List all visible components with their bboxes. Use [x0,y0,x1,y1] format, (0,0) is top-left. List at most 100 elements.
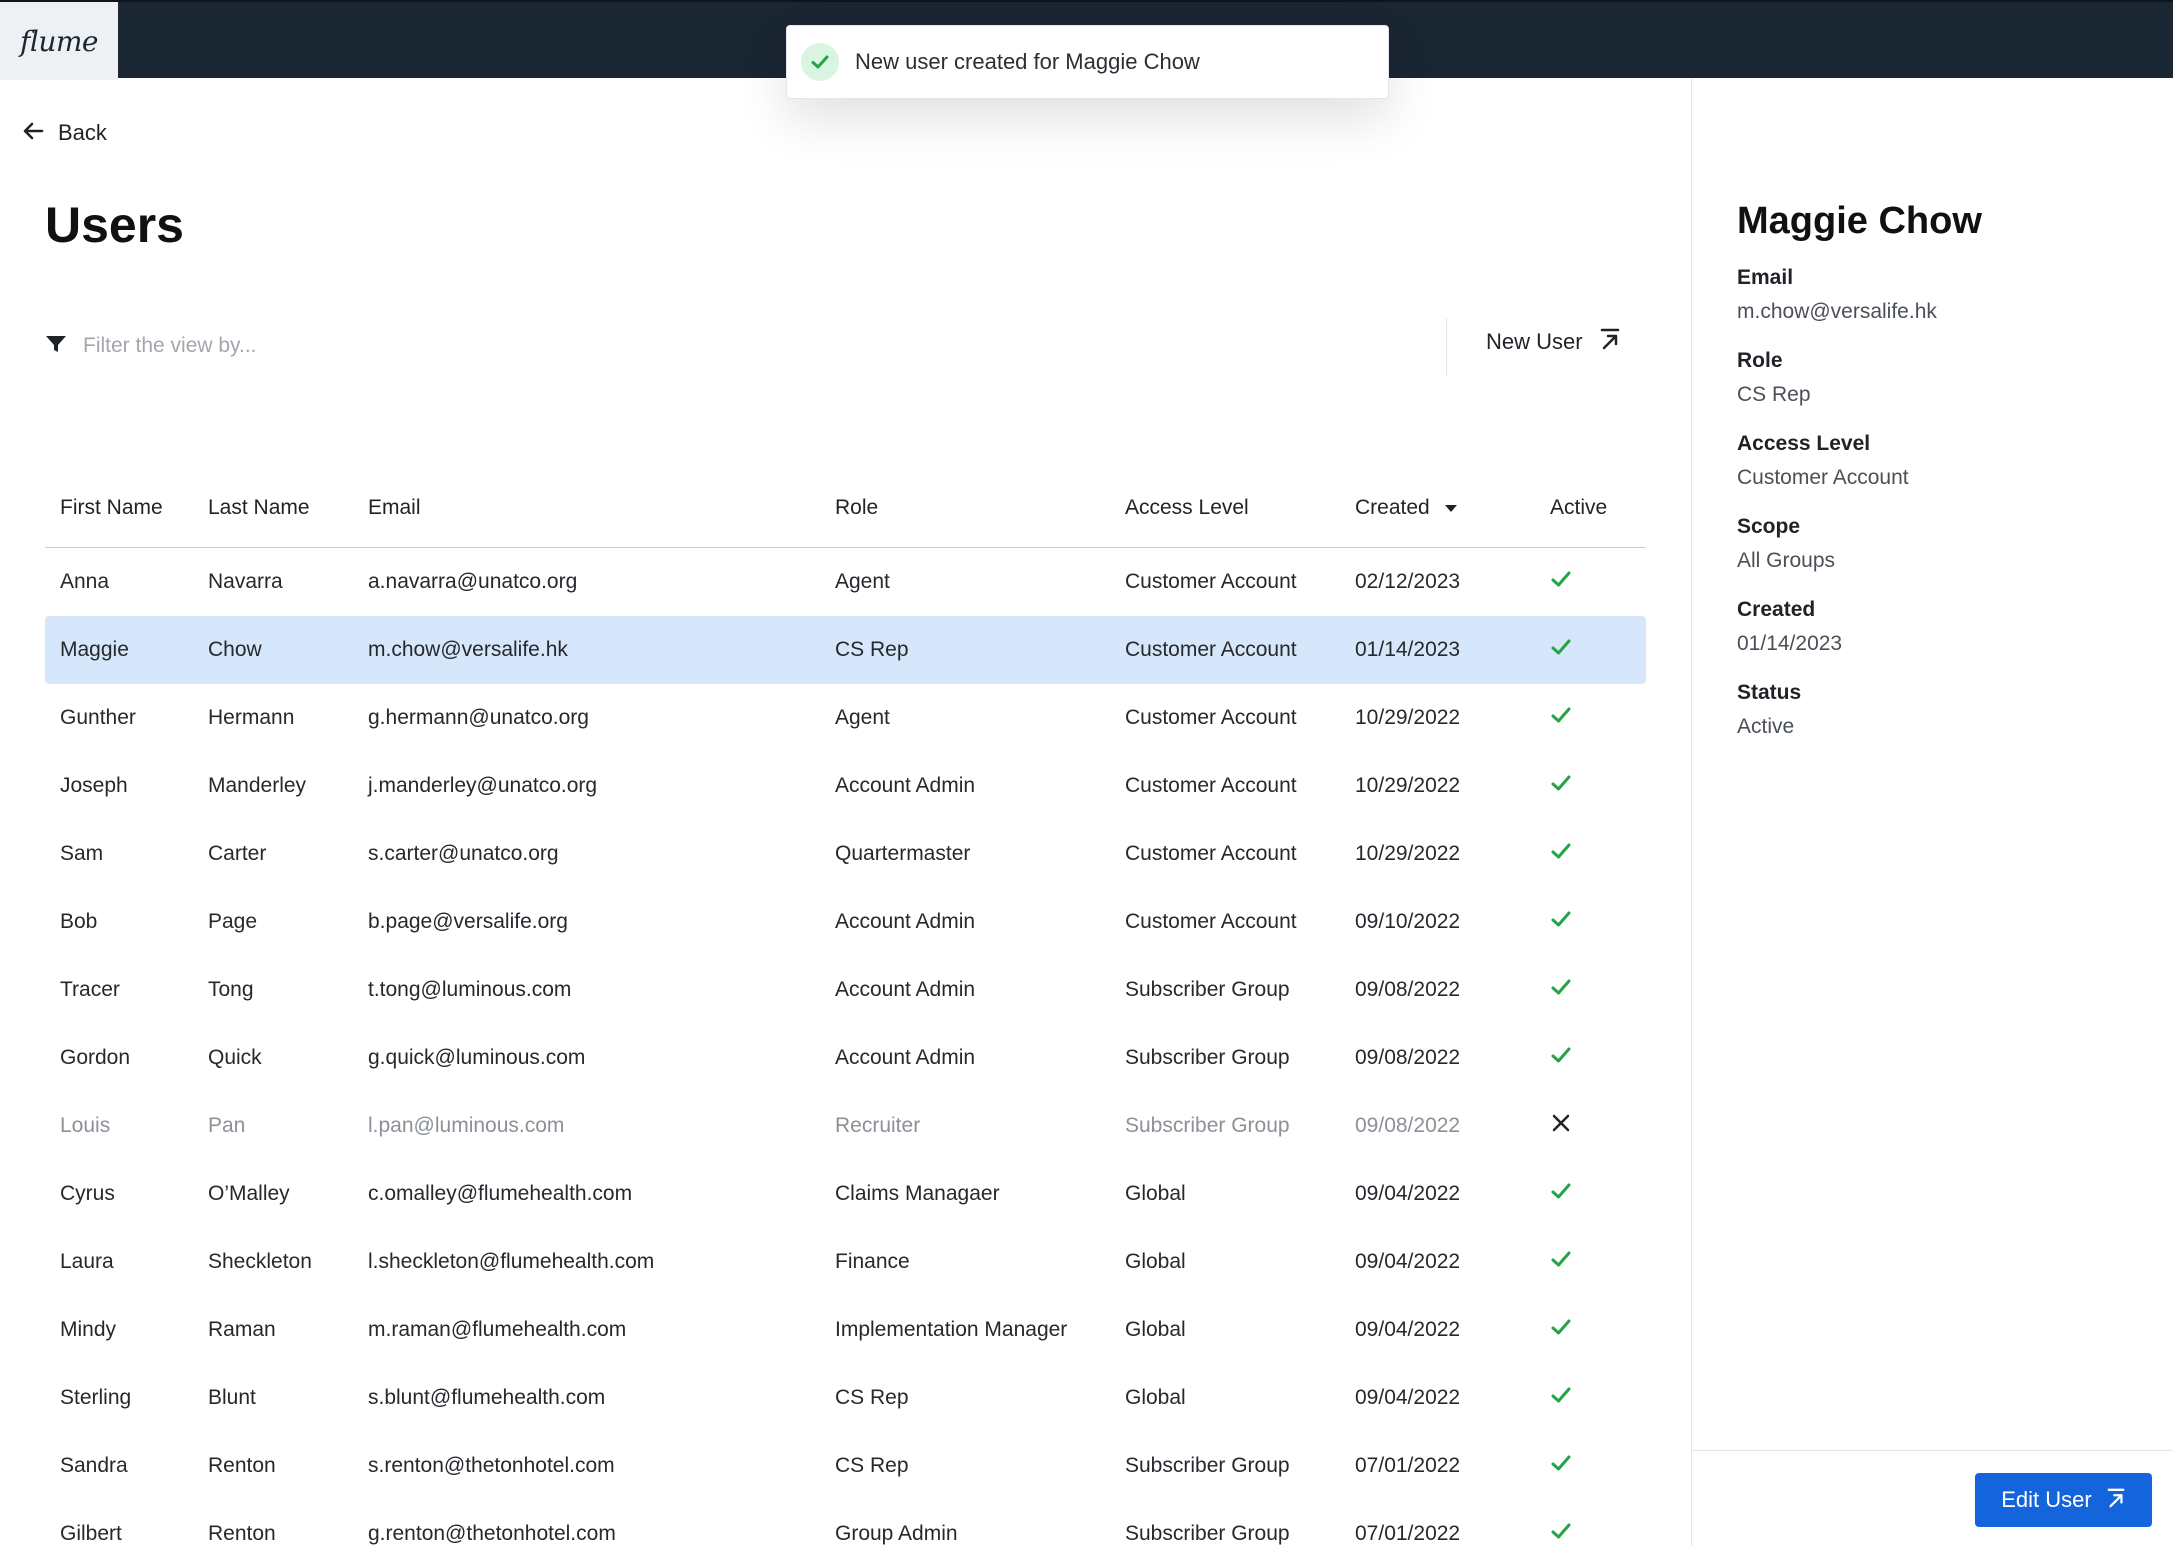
table-row[interactable]: Cyrus O’Malley c.omalley@flumehealth.com Cl… [45,1160,1646,1228]
detail-field-status: Status Active [1737,681,1801,739]
cell-first-name: Cyrus [60,1182,115,1205]
cell-first-name: Gunther [60,706,136,729]
header-email[interactable]: Email [368,496,421,520]
cell-last-name: Pan [208,1114,246,1137]
table-row[interactable]: Gilbert Renton g.renton@thetonhotel.com Gro… [45,1500,1646,1546]
toast-message: New user created for Maggie Chow [855,49,1200,74]
cell-email: m.raman@flumehealth.com [368,1318,627,1341]
check-icon [1550,1316,1572,1344]
app-logo[interactable]: flume [0,2,118,80]
table-row[interactable]: Mindy Raman m.raman@flumehealth.com Impleme… [45,1296,1646,1364]
cell-last-name: Raman [208,1318,276,1341]
detail-field-scope: Scope All Groups [1737,515,1835,573]
check-icon [1550,772,1572,800]
table-row[interactable]: Laura Sheckleton l.sheckleton@flumehealth.… [45,1228,1646,1296]
cell-email: g.quick@luminous.com [368,1046,586,1069]
filter-input[interactable] [83,334,1083,358]
check-icon [1550,636,1572,664]
cell-role: Account Admin [835,910,976,933]
cell-created: 07/01/2022 [1355,1522,1461,1545]
cell-created: 10/29/2022 [1355,774,1461,797]
cell-last-name: Page [208,910,258,933]
cell-created: 09/08/2022 [1355,1114,1461,1137]
table-row[interactable]: Sam Carter s.carter@unatco.org Quartermaste… [45,820,1646,888]
cell-first-name: Louis [60,1114,111,1137]
header-active[interactable]: Active [1550,496,1607,520]
header-last-name[interactable]: Last Name [208,496,310,520]
check-icon [1550,1044,1572,1072]
cell-email: l.sheckleton@flumehealth.com [368,1250,655,1273]
check-icon [1550,1452,1572,1480]
cell-first-name: Sterling [60,1386,132,1409]
new-user-button[interactable]: New User [1486,328,1621,355]
back-label: Back [58,120,107,145]
caret-down-icon [1444,503,1458,513]
header-role[interactable]: Role [835,496,878,520]
cell-role: Agent [835,706,890,729]
cell-last-name: Chow [208,638,262,661]
detail-field-value: Customer Account [1737,466,1909,489]
check-icon [1550,1180,1572,1208]
cell-created: 09/04/2022 [1355,1182,1461,1205]
table-row[interactable]: Anna Navarra a.navarra@unatco.org Agent Cust… [45,548,1646,616]
cell-first-name: Anna [60,570,110,593]
cell-access-level: Customer Account [1125,774,1297,797]
cell-role: CS Rep [835,638,909,661]
header-created[interactable]: Created [1355,496,1458,520]
cell-access-level: Global [1125,1182,1186,1205]
cell-created: 09/10/2022 [1355,910,1461,933]
cell-role: Group Admin [835,1522,958,1545]
cell-email: t.tong@luminous.com [368,978,572,1001]
check-icon [1550,908,1572,936]
cell-created: 10/29/2022 [1355,706,1461,729]
cell-last-name: Manderley [208,774,307,797]
cell-access-level: Subscriber Group [1125,978,1290,1001]
cell-last-name: Blunt [208,1386,256,1409]
cell-access-level: Customer Account [1125,910,1297,933]
detail-field-value: All Groups [1737,549,1836,572]
table-row[interactable]: Maggie Chow m.chow@versalife.hk CS Rep Custo… [45,616,1646,684]
cell-access-level: Subscriber Group [1125,1522,1290,1545]
cell-access-level: Global [1125,1318,1186,1341]
panel-footer: Edit User [1692,1450,2173,1546]
detail-field-role: Role CS Rep [1737,349,1811,407]
table-row[interactable]: Joseph Manderley j.manderley@unatco.org Acc… [45,752,1646,820]
cell-access-level: Global [1125,1250,1186,1273]
cell-last-name: Renton [208,1522,276,1545]
table-row[interactable]: Bob Page b.page@versalife.org Account Admin… [45,888,1646,956]
table-row[interactable]: Tracer Tong t.tong@luminous.com Account Adm… [45,956,1646,1024]
cell-last-name: Hermann [208,706,295,729]
header-first-name[interactable]: First Name [60,496,163,520]
cell-first-name: Maggie [60,638,129,661]
check-icon [1550,704,1572,732]
detail-field-value: Active [1737,715,1795,738]
table-row[interactable]: Sandra Renton s.renton@thetonhotel.com CS R… [45,1432,1646,1500]
cell-created: 10/29/2022 [1355,842,1461,865]
table-row[interactable]: Sterling Blunt s.blunt@flumehealth.com CS R… [45,1364,1646,1432]
cell-first-name: Sam [60,842,104,865]
cell-role: CS Rep [835,1454,909,1477]
cell-role: Quartermaster [835,842,971,865]
edit-user-button[interactable]: Edit User [1975,1473,2152,1527]
back-link[interactable]: Back [22,120,107,146]
arrow-up-right-bar-icon [1599,328,1621,355]
table-row[interactable]: Louis Pan l.pan@luminous.com Recruiter Subsc… [45,1092,1646,1160]
cell-first-name: Gordon [60,1046,131,1069]
cell-last-name: Tong [208,978,254,1001]
page-title: Users [45,197,184,253]
cell-role: Account Admin [835,1046,976,1069]
cell-created: 02/12/2023 [1355,570,1461,593]
cell-role: Agent [835,570,890,593]
cell-last-name: Navarra [208,570,283,593]
header-access-level[interactable]: Access Level [1125,496,1249,520]
cell-email: s.renton@thetonhotel.com [368,1454,615,1477]
arrow-up-right-bar-icon [2106,1488,2126,1513]
check-icon [1550,976,1572,1004]
table-row[interactable]: Gunther Hermann g.hermann@unatco.org Agent C… [45,684,1646,752]
table-row[interactable]: Gordon Quick g.quick@luminous.com Account A… [45,1024,1646,1092]
cell-email: c.omalley@flumehealth.com [368,1182,633,1205]
check-icon [1550,840,1572,868]
cell-access-level: Customer Account [1125,842,1297,865]
cell-created: 09/04/2022 [1355,1318,1461,1341]
cell-access-level: Subscriber Group [1125,1114,1290,1137]
